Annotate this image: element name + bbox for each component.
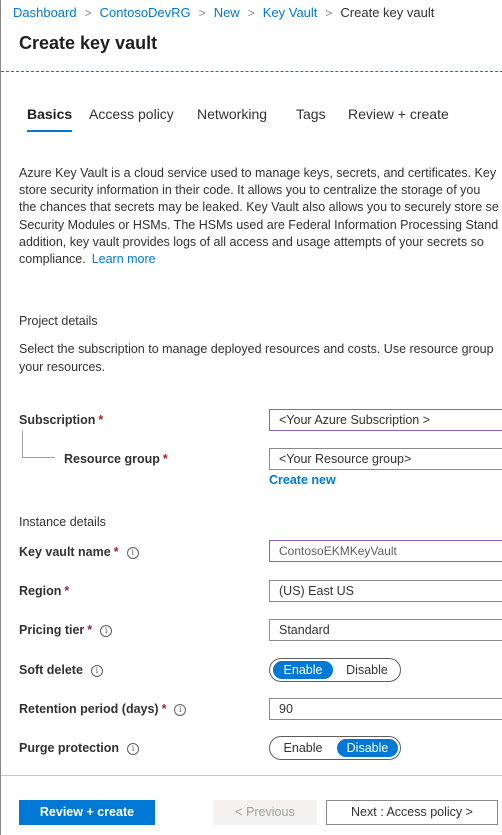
info-icon[interactable]: i <box>174 704 187 716</box>
description: Azure Key Vault is a cloud service used … <box>19 165 499 268</box>
description-line: Security Modules or HSMs. The HSMs used … <box>19 217 499 232</box>
footer-divider <box>1 775 502 776</box>
breadcrumb-key-vault[interactable]: Key Vault <box>263 5 318 20</box>
create-key-vault-blade: Dashboard > ContosoDevRG > New > Key Vault > Cre… <box>0 0 502 835</box>
subscription-label: Subscription * <box>19 413 104 427</box>
breadcrumb-separator: > <box>198 6 206 20</box>
description-line: store security information in their code… <box>19 183 481 198</box>
breadcrumb-separator: > <box>84 6 92 20</box>
required-marker: * <box>162 452 168 466</box>
project-details-heading: Project details <box>19 314 98 328</box>
required-marker: * <box>98 413 104 427</box>
key-vault-name-label: Key vault name * i <box>19 545 139 559</box>
purge-protection-label: Purge protection i <box>19 741 140 755</box>
tab-networking[interactable]: Networking <box>197 106 267 122</box>
retention-period-input[interactable]: 90 <box>269 698 502 720</box>
resource-group-select[interactable]: <Your Resource group> <box>269 448 502 470</box>
learn-more-link[interactable]: Learn more <box>92 252 156 266</box>
required-marker: * <box>87 623 93 637</box>
info-icon[interactable]: i <box>100 625 113 637</box>
soft-delete-enable-option[interactable]: Enable <box>273 661 333 679</box>
subscription-select[interactable]: <Your Azure Subscription > <box>269 409 502 431</box>
key-vault-name-input[interactable]: ContosoEKMKeyVault <box>269 540 502 562</box>
info-icon[interactable]: i <box>90 665 103 677</box>
breadcrumb-dashboard[interactable]: Dashboard <box>13 5 77 20</box>
breadcrumb-current: Create key vault <box>340 5 435 20</box>
tab-review-create[interactable]: Review + create <box>348 106 449 122</box>
required-marker: * <box>64 584 70 598</box>
create-new-link[interactable]: Create new <box>269 473 336 487</box>
soft-delete-label: Soft delete i <box>19 663 103 677</box>
breadcrumb-new[interactable]: New <box>214 5 240 20</box>
description-line: addition, key vault provides logs of all… <box>19 234 484 249</box>
breadcrumb-separator: > <box>325 6 333 20</box>
pricing-tier-label: Pricing tier * i <box>19 623 113 637</box>
project-details-description: Select the subscription to manage deploy… <box>19 341 494 376</box>
region-label: Region * <box>19 584 70 598</box>
next-access-policy-button[interactable]: Next : Access policy > <box>326 800 498 825</box>
soft-delete-disable-option[interactable]: Disable <box>338 661 396 679</box>
resource-group-label: Resource group * <box>64 452 168 466</box>
pricing-tier-select[interactable]: Standard <box>269 619 502 641</box>
page-title: Create key vault <box>19 33 158 53</box>
required-marker: * <box>113 545 119 559</box>
purge-enable-option[interactable]: Enable <box>273 739 333 757</box>
info-icon[interactable]: i <box>127 743 140 755</box>
breadcrumb-separator: > <box>247 6 255 20</box>
description-line: compliance. <box>19 252 86 267</box>
region-select[interactable]: (US) East US <box>269 580 502 602</box>
retention-period-label: Retention period (days) * i <box>19 702 187 716</box>
project-details-line: Select the subscription to manage deploy… <box>19 342 494 356</box>
purge-disable-option[interactable]: Disable <box>337 739 398 757</box>
tree-connector <box>22 431 55 458</box>
project-details-line: your resources. <box>19 359 106 374</box>
tab-tags[interactable]: Tags <box>296 106 326 122</box>
required-marker: * <box>161 702 167 716</box>
soft-delete-toggle: Enable Disable <box>269 658 401 682</box>
previous-button[interactable]: < Previous <box>213 800 317 825</box>
description-line: the chances that secrets may be leaked. … <box>19 200 499 215</box>
purge-protection-toggle: Enable Disable <box>269 736 401 760</box>
review-create-button[interactable]: Review + create <box>19 800 155 825</box>
tab-basics[interactable]: Basics <box>27 106 73 132</box>
info-icon[interactable]: i <box>126 547 139 559</box>
breadcrumb: Dashboard > ContosoDevRG > New > Key Vault > Cre… <box>13 5 434 20</box>
tab-access-policy[interactable]: Access policy <box>89 106 174 122</box>
instance-details-heading: Instance details <box>19 515 106 529</box>
header-divider <box>1 71 502 72</box>
breadcrumb-resource-group[interactable]: ContosoDevRG <box>100 5 191 20</box>
description-line: Azure Key Vault is a cloud service used … <box>19 166 497 180</box>
